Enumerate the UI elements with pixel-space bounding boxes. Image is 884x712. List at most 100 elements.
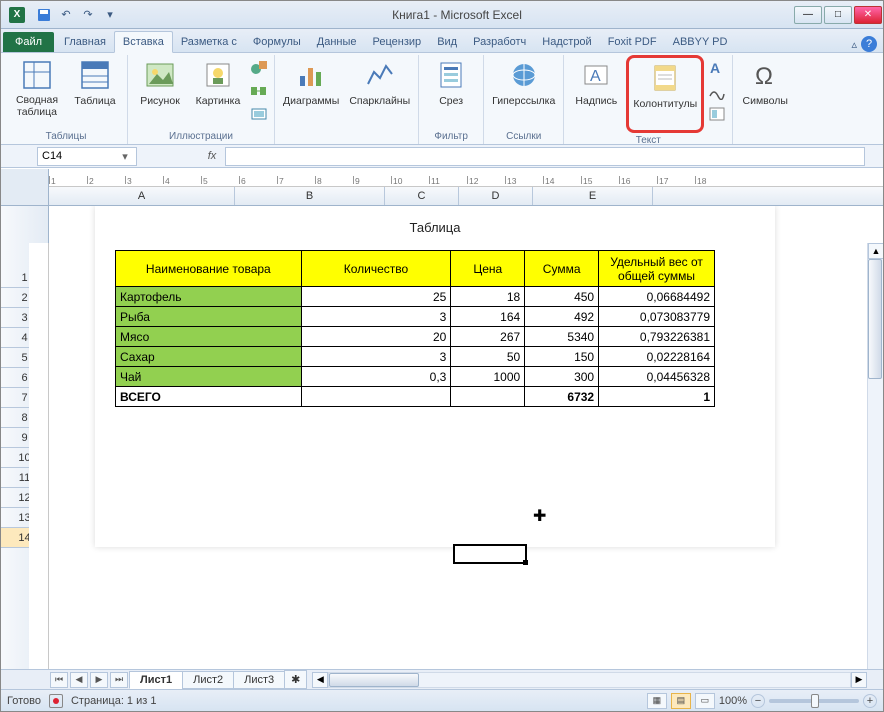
formula-input[interactable] [225,147,865,166]
table-cell[interactable]: 0,793226381 [599,327,715,347]
picture-button[interactable]: Рисунок [132,55,188,127]
table-cell[interactable]: 300 [525,367,599,387]
table-cell[interactable] [451,387,525,407]
sheet-tab-3[interactable]: Лист3 [233,671,285,689]
file-tab[interactable]: Файл [3,32,54,52]
table-cell[interactable]: 1 [599,387,715,407]
tab-formulas[interactable]: Формулы [245,32,309,52]
qa-undo-icon[interactable]: ↶ [55,4,77,26]
table-cell[interactable]: 5340 [525,327,599,347]
tab-view[interactable]: Вид [429,32,465,52]
qa-redo-icon[interactable]: ↷ [77,4,99,26]
scroll-up-button[interactable]: ▲ [868,243,883,259]
excel-system-icon[interactable]: X [5,5,29,25]
table-cell[interactable]: 3 [301,347,451,367]
table-cell[interactable]: 18 [451,287,525,307]
textbox-button[interactable]: A Надпись [568,55,624,127]
zoom-slider[interactable] [769,699,859,703]
sheet-nav-last[interactable]: ⏭ [110,672,128,688]
zoom-level[interactable]: 100% [719,695,747,707]
object-icon[interactable] [706,103,728,125]
table-cell[interactable] [301,387,451,407]
minimize-button[interactable]: — [794,6,822,24]
table-cell[interactable]: 25 [301,287,451,307]
table-cell[interactable]: 267 [451,327,525,347]
sheet-nav-first[interactable]: ⏮ [50,672,68,688]
scroll-right-button[interactable]: ▶ [851,672,867,688]
select-all-corner[interactable] [1,169,49,206]
table-cell[interactable]: Мясо [116,327,302,347]
vscroll-thumb[interactable] [868,259,882,379]
tab-developer[interactable]: Разработч [465,32,534,52]
qa-customize-icon[interactable]: ▾ [99,4,121,26]
vscroll-track[interactable] [868,259,883,673]
zoom-slider-thumb[interactable] [811,694,819,708]
slicer-button[interactable]: Срез [423,55,479,127]
hyperlink-button[interactable]: Гиперссылка [488,55,559,127]
table-cell[interactable]: ВСЕГО [116,387,302,407]
qa-save-icon[interactable] [33,4,55,26]
tab-abbyy[interactable]: ABBYY PD [665,32,736,52]
page-header[interactable]: Таблица [95,206,775,250]
view-page-break-button[interactable]: ▭ [695,693,715,709]
column-header-C[interactable]: C [385,187,459,205]
sheet-nav-next[interactable]: ▶ [90,672,108,688]
scroll-left-button[interactable]: ◀ [312,672,328,688]
table-cell[interactable]: 450 [525,287,599,307]
hscroll-thumb[interactable] [329,673,419,687]
table-cell[interactable]: 6732 [525,387,599,407]
table-cell[interactable]: 3 [301,307,451,327]
screenshot-icon[interactable] [248,103,270,125]
charts-button[interactable]: Диаграммы [279,55,343,127]
table-cell[interactable]: 0,04456328 [599,367,715,387]
tab-data[interactable]: Данные [309,32,365,52]
tab-review[interactable]: Рецензир [365,32,430,52]
view-normal-button[interactable]: ▦ [647,693,667,709]
table-cell[interactable]: Сахар [116,347,302,367]
smartart-icon[interactable] [248,80,270,102]
macro-record-icon[interactable] [49,694,63,708]
ribbon-minimize-icon[interactable]: ▵ [851,38,857,51]
name-box[interactable]: C14 ▾ [37,147,137,166]
table-cell[interactable]: 20 [301,327,451,347]
header-footer-button[interactable]: Колонтитулы [629,58,701,130]
column-header-A[interactable]: A [49,187,235,205]
table-cell[interactable]: 0,3 [301,367,451,387]
tab-foxit[interactable]: Foxit PDF [600,32,665,52]
selected-cell[interactable] [453,544,527,564]
close-button[interactable]: ✕ [854,6,882,24]
sparklines-button[interactable]: Спарклайны [345,55,414,127]
table-cell[interactable]: 1000 [451,367,525,387]
table-cell[interactable]: 492 [525,307,599,327]
symbols-button[interactable]: Ω Символы [737,55,793,127]
fx-button[interactable]: fx [199,150,225,162]
table-button[interactable]: Таблица [67,55,123,127]
sheet-tab-new[interactable]: ✱ [284,670,307,689]
table-cell[interactable]: 0,02228164 [599,347,715,367]
shapes-icon[interactable] [248,57,270,79]
table-cell[interactable]: 164 [451,307,525,327]
help-icon[interactable]: ? [861,36,877,52]
view-page-layout-button[interactable]: ▤ [671,693,691,709]
column-header-E[interactable]: E [533,187,653,205]
fill-handle[interactable] [523,560,528,565]
signature-icon[interactable] [706,80,728,102]
tab-home[interactable]: Главная [56,32,114,52]
table-cell[interactable]: 0,073083779 [599,307,715,327]
table-cell[interactable]: Картофель [116,287,302,307]
table-cell[interactable]: 150 [525,347,599,367]
sheet-tab-2[interactable]: Лист2 [182,671,234,689]
zoom-in-button[interactable]: + [863,694,877,708]
table-cell[interactable]: Рыба [116,307,302,327]
tab-addins[interactable]: Надстрой [534,32,599,52]
column-header-B[interactable]: B [235,187,385,205]
name-box-dropdown-icon[interactable]: ▾ [118,150,132,163]
tab-insert[interactable]: Вставка [114,31,173,53]
hscroll-track[interactable] [328,672,851,688]
table-cell[interactable]: 50 [451,347,525,367]
sheet-tab-1[interactable]: Лист1 [129,671,183,689]
sheet-nav-prev[interactable]: ◀ [70,672,88,688]
table-cell[interactable]: Чай [116,367,302,387]
wordart-icon[interactable]: A [706,57,728,79]
column-header-D[interactable]: D [459,187,533,205]
